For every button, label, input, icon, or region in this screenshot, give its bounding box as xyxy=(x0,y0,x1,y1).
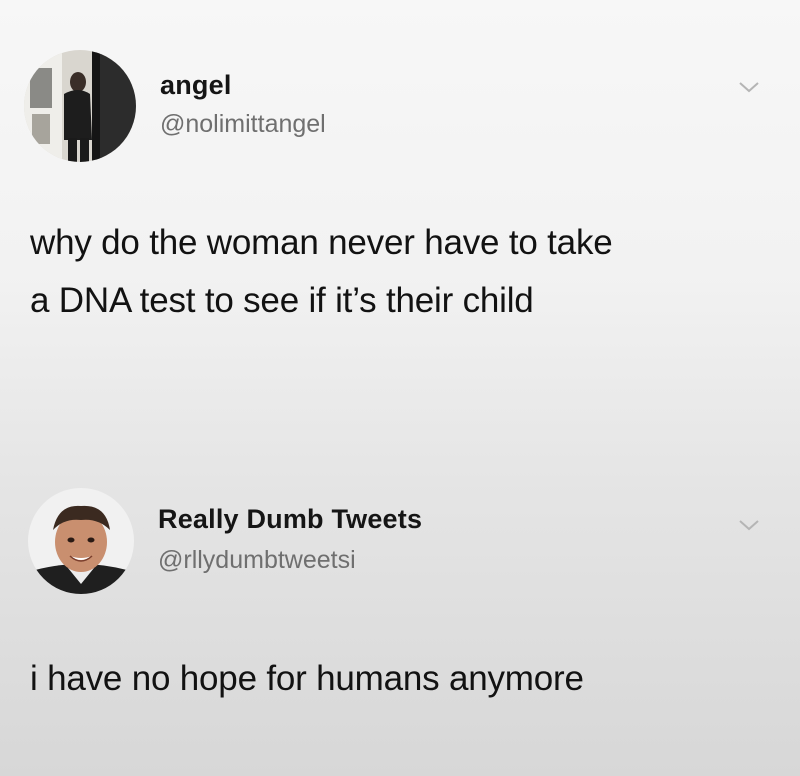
tweet-text-line: why do the woman never have to take xyxy=(30,223,613,262)
user-handle[interactable]: @rllydumbtweetsi xyxy=(158,546,356,575)
profile-photo-icon xyxy=(28,488,134,594)
tweet-text-line: a DNA test to see if it’s their child xyxy=(30,281,534,320)
display-name[interactable]: angel xyxy=(160,70,232,101)
tweet-card-2: Really Dumb Tweets @rllydumbtweetsi i ha… xyxy=(0,400,800,776)
user-handle[interactable]: @nolimittangel xyxy=(160,110,326,139)
tweet-text: why do the woman never have to take a DN… xyxy=(30,214,770,330)
tweet-screenshot: angel @nolimittangel why do the woman ne… xyxy=(0,0,800,776)
display-name[interactable]: Really Dumb Tweets xyxy=(158,504,422,535)
profile-photo-icon xyxy=(24,50,136,162)
avatar[interactable] xyxy=(28,488,134,594)
avatar[interactable] xyxy=(24,50,136,162)
chevron-down-icon[interactable] xyxy=(738,518,760,532)
tweet-text-line: i have no hope for humans anymore xyxy=(30,659,584,698)
tweet-card-1: angel @nolimittangel why do the woman ne… xyxy=(0,0,800,400)
tweet-text: i have no hope for humans anymore xyxy=(30,650,770,708)
chevron-down-icon[interactable] xyxy=(738,80,760,94)
